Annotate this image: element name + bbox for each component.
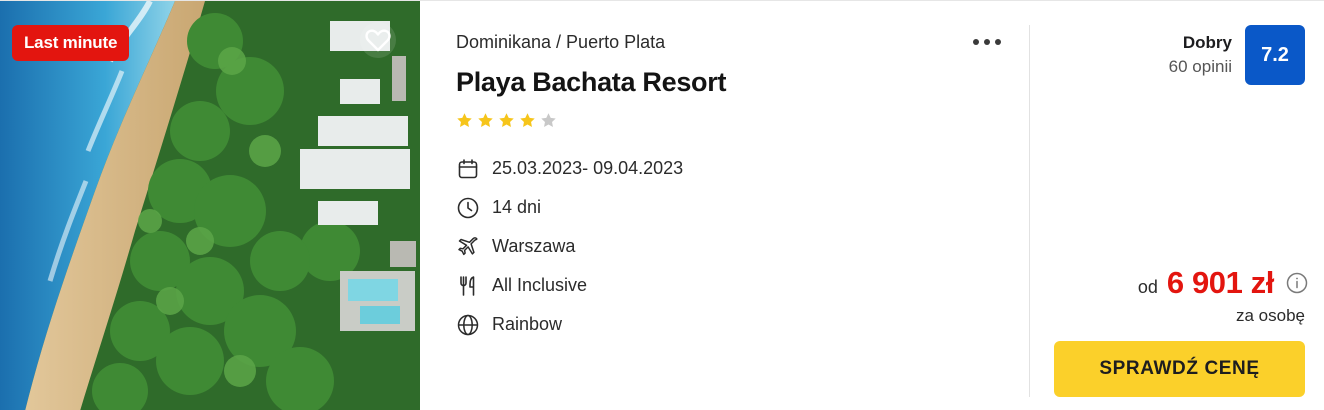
detail-board: All Inclusive xyxy=(455,266,683,305)
star-empty-icon xyxy=(541,113,556,128)
heart-outline-icon[interactable] xyxy=(359,21,397,59)
price-per-person: za osobę xyxy=(1236,306,1305,325)
offer-details: 25.03.2023- 09.04.2023 14 dni Warszawa A… xyxy=(455,149,683,344)
cutlery-icon xyxy=(455,273,481,299)
plane-icon xyxy=(455,234,481,260)
hotel-photo-image xyxy=(0,1,420,410)
detail-operator: Rainbow xyxy=(455,305,683,344)
star-filled-icon xyxy=(478,113,493,128)
star-filled-icon xyxy=(520,113,535,128)
offer-card: Last minute Dominikana / Puerto Plata Pl… xyxy=(0,0,1324,410)
hotel-name[interactable]: Playa Bachata Resort xyxy=(456,67,726,98)
hotel-location: Dominikana / Puerto Plata xyxy=(456,32,666,52)
detail-duration-text: 14 dni xyxy=(492,197,542,217)
price-row: od 6 901 zł xyxy=(1138,265,1308,301)
price-value: 6 901 zł xyxy=(1166,265,1275,300)
detail-departure: Warszawa xyxy=(455,227,683,266)
detail-departure-text: Warszawa xyxy=(492,236,576,256)
clock-icon xyxy=(455,195,481,221)
star-filled-icon xyxy=(457,113,472,128)
rating-count[interactable]: 60 opinii xyxy=(1169,57,1232,77)
calendar-icon xyxy=(455,156,481,182)
info-icon[interactable] xyxy=(1286,272,1308,294)
column-divider xyxy=(1029,25,1030,397)
star-filled-icon xyxy=(499,113,514,128)
last-minute-badge: Last minute xyxy=(12,25,130,61)
price-prefix: od xyxy=(1137,277,1158,297)
detail-board-text: All Inclusive xyxy=(492,275,588,295)
globe-icon xyxy=(455,312,481,338)
detail-dates-text: 25.03.2023- 09.04.2023 xyxy=(492,158,684,178)
star-rating xyxy=(456,112,557,129)
detail-dates: 25.03.2023- 09.04.2023 xyxy=(455,149,683,188)
detail-operator-text: Rainbow xyxy=(492,314,563,334)
rating-label: Dobry xyxy=(1182,33,1232,52)
hotel-photo[interactable]: Last minute xyxy=(0,1,420,410)
more-dots-icon[interactable] xyxy=(968,27,1006,57)
rating-score-badge: 7.2 xyxy=(1245,25,1305,85)
check-price-button[interactable]: SPRAWDŹ CENĘ xyxy=(1054,341,1305,397)
detail-duration: 14 dni xyxy=(455,188,683,227)
